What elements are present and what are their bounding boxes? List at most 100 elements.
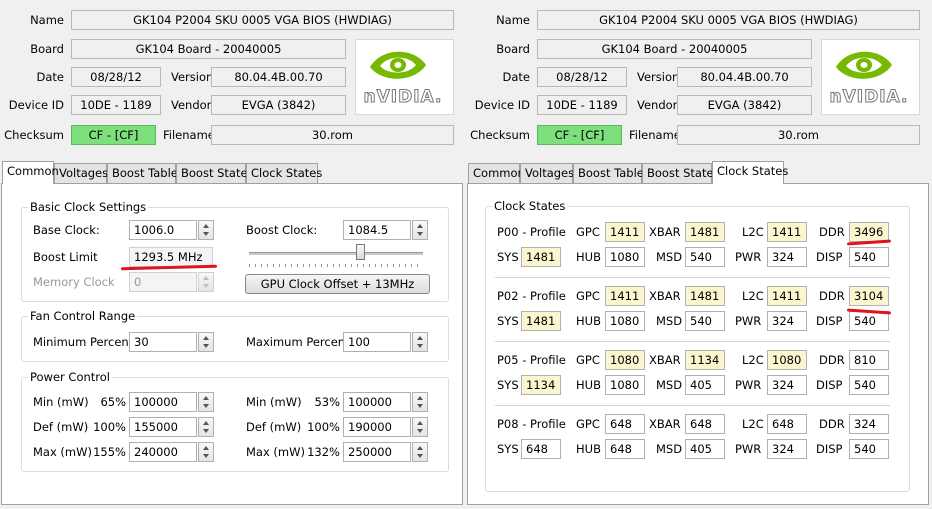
- version-field: 80.04.4B.00.70: [211, 67, 346, 87]
- tab-boost-table[interactable]: Boost Table: [573, 163, 644, 183]
- gpc-label: GPC: [576, 417, 600, 431]
- power2-min-input[interactable]: 100000: [343, 392, 411, 412]
- tab-clock-states[interactable]: Clock States: [246, 163, 322, 183]
- boost-clock-label: Boost Clock:: [246, 223, 318, 237]
- msd-input[interactable]: 540: [685, 311, 725, 331]
- tab-common[interactable]: Common: [468, 163, 525, 183]
- sys-input[interactable]: 1481: [521, 247, 561, 267]
- tab-voltages[interactable]: Voltages: [520, 163, 574, 183]
- l2c-label: L2C: [742, 417, 764, 431]
- pwr-label: PWR: [735, 442, 762, 456]
- gpc-input[interactable]: 648: [605, 414, 645, 434]
- msd-input[interactable]: 540: [685, 247, 725, 267]
- xbar-input[interactable]: 1481: [685, 222, 725, 242]
- hub-input[interactable]: 1080: [605, 375, 645, 395]
- gpc-input[interactable]: 1411: [605, 286, 645, 306]
- disp-input[interactable]: 540: [849, 247, 889, 267]
- ddr-input[interactable]: 810: [849, 350, 889, 370]
- gpc-input[interactable]: 1080: [605, 350, 645, 370]
- msd-label: MSD: [656, 378, 683, 392]
- xbar-input[interactable]: 648: [685, 414, 725, 434]
- sys-label: SYS: [497, 314, 519, 328]
- memory-clock-label: Memory Clock: [33, 275, 115, 289]
- sys-input[interactable]: 1134: [521, 375, 561, 395]
- ddr-label: DDR: [819, 353, 845, 367]
- common-tab-page: Basic Clock Settings Base Clock: 1006.0 …: [1, 183, 463, 505]
- boost-clock-spinner[interactable]: [412, 220, 428, 240]
- pwr-input[interactable]: 324: [767, 375, 807, 395]
- board-field: GK104 Board - 20040005: [71, 39, 346, 59]
- disp-input[interactable]: 540: [849, 375, 889, 395]
- hub-input[interactable]: 648: [605, 439, 645, 459]
- sys-input[interactable]: 648: [521, 439, 561, 459]
- pwr-input[interactable]: 324: [767, 247, 807, 267]
- nvidia-logo: nVIDIA.: [355, 39, 454, 115]
- xbar-input[interactable]: 1481: [685, 286, 725, 306]
- date-label: Date: [36, 70, 65, 84]
- tab-voltages[interactable]: Voltages: [54, 163, 108, 183]
- l2c-input[interactable]: 1080: [767, 350, 807, 370]
- power2-def-input[interactable]: 190000: [343, 417, 411, 437]
- xbar-input[interactable]: 1134: [685, 350, 725, 370]
- power2-min-spinner[interactable]: [412, 392, 428, 412]
- checksum-field: CF - [CF]: [71, 125, 156, 145]
- ddr-input[interactable]: 3104: [849, 286, 889, 306]
- disp-label: DISP: [816, 442, 843, 456]
- l2c-input[interactable]: 1411: [767, 286, 807, 306]
- device-id-field: 10DE - 1189: [71, 95, 161, 115]
- nvidia-logo: nVIDIA.: [821, 39, 920, 115]
- fan-min-spinner[interactable]: [198, 332, 214, 352]
- power-def-label: Def (mW): [33, 420, 89, 434]
- base-clock-spinner[interactable]: [198, 220, 214, 240]
- hub-input[interactable]: 1080: [605, 247, 645, 267]
- version-label: Version: [171, 70, 214, 84]
- l2c-input[interactable]: 648: [767, 414, 807, 434]
- boost-clock-slider-thumb[interactable]: [356, 244, 365, 260]
- power-def-input[interactable]: 155000: [129, 417, 197, 437]
- sys-input[interactable]: 1481: [521, 311, 561, 331]
- pwr-input[interactable]: 324: [767, 439, 807, 459]
- tab-boost-states[interactable]: Boost States: [176, 163, 254, 183]
- power2-min-label: Min (mW): [246, 395, 302, 409]
- memory-clock-input[interactable]: 0: [129, 272, 197, 292]
- msd-label: MSD: [656, 250, 683, 264]
- power2-min-percent: 53%: [314, 395, 340, 409]
- name-field: GK104 P2004 SKU 0005 VGA BIOS (HWDIAG): [71, 10, 454, 30]
- l2c-input[interactable]: 1411: [767, 222, 807, 242]
- tab-boost-states[interactable]: Boost States: [642, 163, 720, 183]
- power-min-input[interactable]: 100000: [129, 392, 197, 412]
- tab-clock-states[interactable]: Clock States: [712, 161, 788, 184]
- gpu-clock-offset-button[interactable]: GPU Clock Offset + 13MHz: [245, 274, 430, 294]
- power2-max-input[interactable]: 250000: [343, 442, 411, 462]
- fan-max-spinner[interactable]: [412, 332, 428, 352]
- msd-input[interactable]: 405: [685, 375, 725, 395]
- disp-input[interactable]: 540: [849, 439, 889, 459]
- hub-label: HUB: [576, 250, 601, 264]
- power-min-spinner[interactable]: [198, 392, 214, 412]
- board-label: Board: [496, 42, 530, 56]
- power2-max-spinner[interactable]: [412, 442, 428, 462]
- ddr-input[interactable]: 324: [849, 414, 889, 434]
- date-field: 08/28/12: [71, 67, 161, 87]
- power-def-percent: 100%: [93, 420, 126, 434]
- fan-min-input[interactable]: 30: [129, 332, 197, 352]
- memory-clock-spinner[interactable]: [198, 272, 214, 292]
- power-max-spinner[interactable]: [198, 442, 214, 462]
- tab-common[interactable]: Common: [2, 161, 59, 184]
- power2-def-spinner[interactable]: [412, 417, 428, 437]
- power2-def-label: Def (mW): [246, 420, 302, 434]
- profile-name-label: P05 - Profile: [497, 353, 566, 367]
- fan-max-input[interactable]: 100: [343, 332, 411, 352]
- hub-label: HUB: [576, 314, 601, 328]
- power-def-spinner[interactable]: [198, 417, 214, 437]
- power-max-input[interactable]: 240000: [129, 442, 197, 462]
- tab-boost-table[interactable]: Boost Table: [107, 163, 178, 183]
- gpc-input[interactable]: 1411: [605, 222, 645, 242]
- pwr-input[interactable]: 324: [767, 311, 807, 331]
- l2c-label: L2C: [742, 289, 764, 303]
- base-clock-input[interactable]: 1006.0: [129, 220, 197, 240]
- left-bios-panel: Name GK104 P2004 SKU 0005 VGA BIOS (HWDI…: [0, 0, 465, 509]
- msd-input[interactable]: 405: [685, 439, 725, 459]
- hub-input[interactable]: 1080: [605, 311, 645, 331]
- boost-clock-input[interactable]: 1084.5: [343, 220, 411, 240]
